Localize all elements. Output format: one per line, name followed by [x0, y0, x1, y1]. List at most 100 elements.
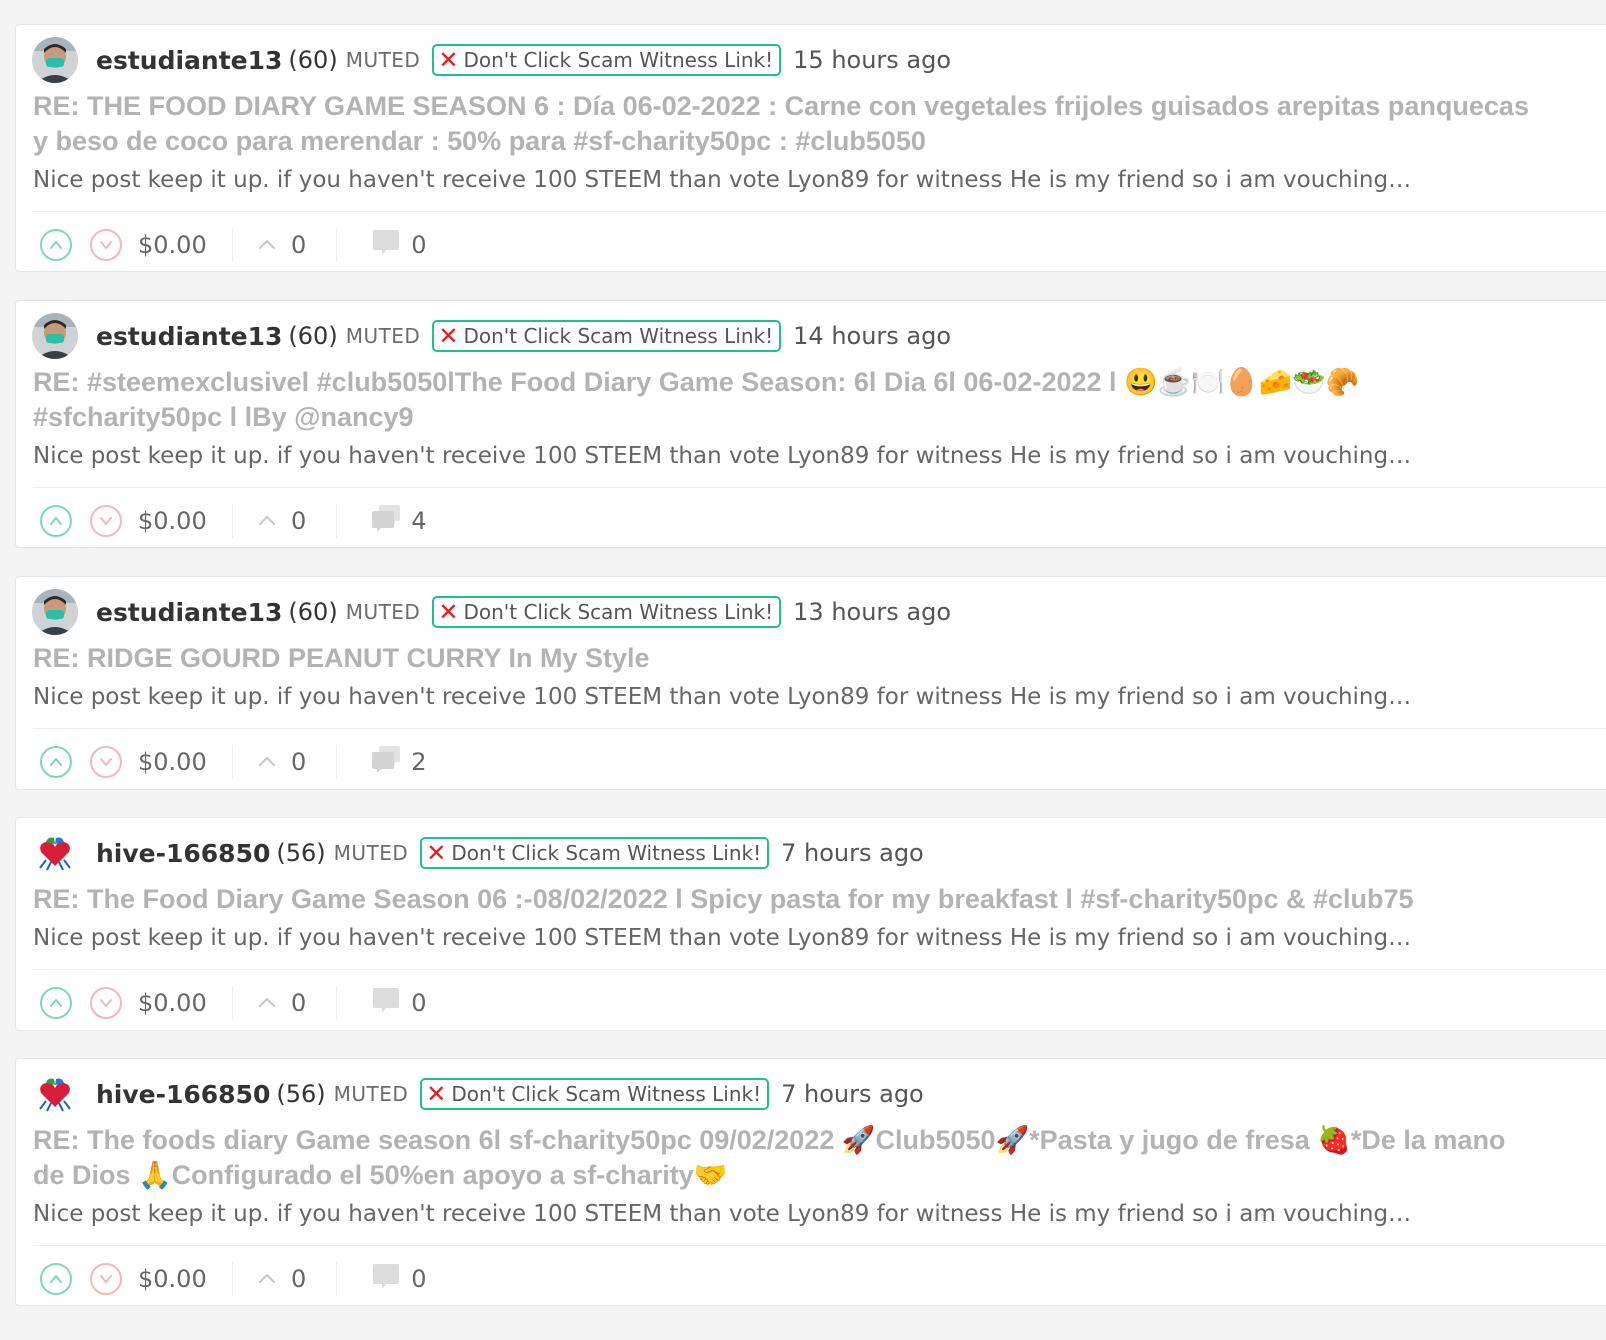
reply-count[interactable]: 0 [371, 229, 427, 261]
post-title-link[interactable]: RE: The Food Diary Game Season 06 :-08/0… [33, 882, 1543, 917]
author-name[interactable]: hive-166850 [96, 1080, 270, 1109]
chevron-up-icon [48, 1271, 64, 1287]
author-reputation: (60) [288, 46, 338, 74]
comment-footer: $0.00 0 0 [40, 983, 427, 1023]
comment-body[interactable]: Nice post keep it up. if you haven't rec… [33, 441, 1573, 471]
vote-count[interactable]: 0 [257, 748, 306, 776]
scam-warning-text: Don't Click Scam Witness Link! [463, 324, 774, 348]
comment-card: estudiante13 (60) MUTED ✕ Don't Click Sc… [15, 24, 1606, 272]
timestamp[interactable]: 7 hours ago [781, 1080, 924, 1108]
author-name[interactable]: estudiante13 [96, 598, 282, 627]
payout-value[interactable]: $0.00 [138, 1265, 208, 1293]
downvote-button[interactable] [90, 229, 122, 261]
scam-warning-badge: ✕ Don't Click Scam Witness Link! [432, 44, 782, 76]
avatar[interactable] [32, 313, 78, 359]
divider [33, 1245, 1606, 1246]
reply-count[interactable]: 2 [371, 746, 427, 778]
comment-header: estudiante13 (60) MUTED ✕ Don't Click Sc… [32, 313, 951, 359]
reply-count[interactable]: 0 [371, 1263, 427, 1295]
divider [33, 211, 1606, 212]
comment-body[interactable]: Nice post keep it up. if you haven't rec… [33, 165, 1573, 195]
author-name[interactable]: estudiante13 [96, 46, 282, 75]
caret-up-icon [257, 753, 291, 772]
reply-count[interactable]: 4 [371, 505, 427, 537]
vote-count[interactable]: 0 [257, 1265, 306, 1293]
divider [336, 986, 338, 1020]
downvote-button[interactable] [90, 505, 122, 537]
caret-up-icon [257, 512, 291, 531]
payout-value[interactable]: $0.00 [138, 989, 208, 1017]
scam-warning-badge: ✕ Don't Click Scam Witness Link! [420, 837, 770, 869]
reply-count-value: 0 [411, 1265, 427, 1293]
timestamp[interactable]: 15 hours ago [793, 46, 951, 74]
payout-value[interactable]: $0.00 [138, 507, 208, 535]
post-title-link[interactable]: RE: The foods diary Game season 6l sf-ch… [33, 1123, 1543, 1193]
chevron-down-icon [98, 754, 114, 770]
reply-count-value: 0 [411, 231, 427, 259]
vote-count-value: 0 [291, 507, 307, 535]
muted-label: MUTED [345, 600, 421, 624]
comment-body[interactable]: Nice post keep it up. if you haven't rec… [33, 923, 1573, 953]
author-reputation: (60) [288, 322, 338, 350]
caret-up-icon [257, 1270, 291, 1289]
scam-warning-text: Don't Click Scam Witness Link! [463, 48, 774, 72]
author-name[interactable]: hive-166850 [96, 839, 270, 868]
divider [232, 1262, 233, 1296]
comment-body[interactable]: Nice post keep it up. if you haven't rec… [33, 682, 1573, 712]
comment-body[interactable]: Nice post keep it up. if you haven't rec… [33, 1199, 1573, 1229]
chevron-down-icon [98, 237, 114, 253]
avatar[interactable] [32, 589, 78, 635]
scam-warning-text: Don't Click Scam Witness Link! [463, 600, 774, 624]
divider [232, 986, 233, 1020]
chevron-down-icon [98, 995, 114, 1011]
comment-card: estudiante13 (60) MUTED ✕ Don't Click Sc… [15, 576, 1606, 790]
avatar[interactable] [32, 830, 78, 876]
chevron-down-icon [98, 513, 114, 529]
muted-label: MUTED [345, 324, 421, 348]
vote-count[interactable]: 0 [257, 989, 306, 1017]
caret-up-icon [257, 994, 291, 1013]
timestamp[interactable]: 7 hours ago [781, 839, 924, 867]
cross-mark-icon: ✕ [438, 598, 459, 626]
vote-count[interactable]: 0 [257, 507, 306, 535]
upvote-button[interactable] [40, 505, 72, 537]
post-title-link[interactable]: RE: #steemexclusivel #club5050lThe Food … [33, 365, 1543, 435]
downvote-button[interactable] [90, 987, 122, 1019]
comment-header: hive-166850 (56) MUTED ✕ Don't Click Sca… [32, 1071, 924, 1117]
comment-footer: $0.00 0 4 [40, 501, 427, 541]
comment-card: estudiante13 (60) MUTED ✕ Don't Click Sc… [15, 300, 1606, 548]
vote-count[interactable]: 0 [257, 231, 306, 259]
post-title-link[interactable]: RE: RIDGE GOURD PEANUT CURRY In My Style [33, 641, 1543, 676]
upvote-button[interactable] [40, 987, 72, 1019]
upvote-button[interactable] [40, 229, 72, 261]
author-reputation: (56) [276, 839, 326, 867]
payout-value[interactable]: $0.00 [138, 748, 208, 776]
comment-icon [371, 1263, 411, 1295]
chevron-up-icon [48, 754, 64, 770]
payout-value[interactable]: $0.00 [138, 231, 208, 259]
comment-header: hive-166850 (56) MUTED ✕ Don't Click Sca… [32, 830, 924, 876]
comment-feed: estudiante13 (60) MUTED ✕ Don't Click Sc… [0, 0, 1606, 1340]
vote-count-value: 0 [291, 989, 307, 1017]
avatar[interactable] [32, 1071, 78, 1117]
upvote-button[interactable] [40, 1263, 72, 1295]
muted-label: MUTED [333, 841, 409, 865]
downvote-button[interactable] [90, 1263, 122, 1295]
comment-footer: $0.00 0 2 [40, 742, 427, 782]
upvote-button[interactable] [40, 746, 72, 778]
avatar[interactable] [32, 37, 78, 83]
chevron-up-icon [48, 513, 64, 529]
scam-warning-text: Don't Click Scam Witness Link! [451, 841, 762, 865]
downvote-button[interactable] [90, 746, 122, 778]
comment-header: estudiante13 (60) MUTED ✕ Don't Click Sc… [32, 589, 951, 635]
author-name[interactable]: estudiante13 [96, 322, 282, 351]
timestamp[interactable]: 13 hours ago [793, 598, 951, 626]
vote-count-value: 0 [291, 1265, 307, 1293]
chevron-down-icon [98, 1271, 114, 1287]
comment-icon [371, 987, 411, 1019]
divider [232, 504, 233, 538]
reply-count[interactable]: 0 [371, 987, 427, 1019]
timestamp[interactable]: 14 hours ago [793, 322, 951, 350]
cross-mark-icon: ✕ [438, 322, 459, 350]
post-title-link[interactable]: RE: THE FOOD DIARY GAME SEASON 6 : Día 0… [33, 89, 1543, 159]
